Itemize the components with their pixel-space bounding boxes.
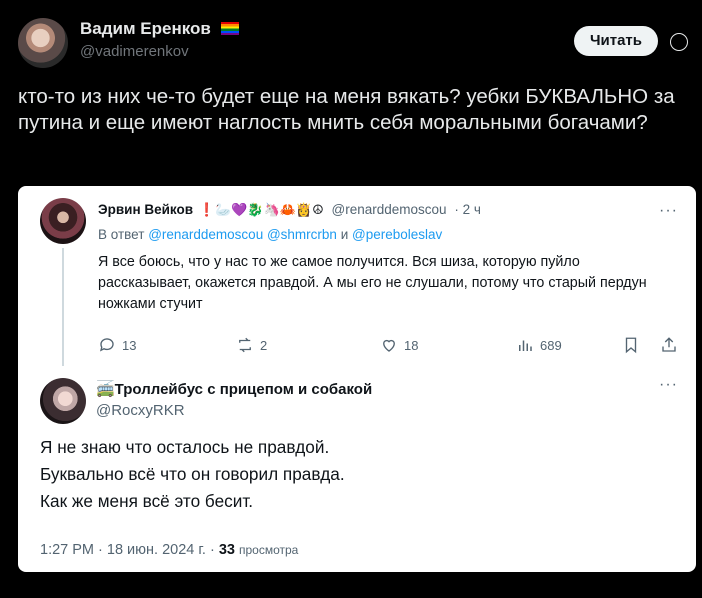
share-action: [660, 336, 678, 354]
name-emojis: ❗🦢💜🐉🦄🦀👸☮: [198, 202, 324, 217]
tweet-line: Я не знаю что осталось не правдой.: [40, 437, 330, 457]
more-options-icon: ···: [659, 376, 678, 393]
tweet-time: 1:27 PM: [40, 542, 94, 558]
avatar: [40, 198, 86, 244]
handle: @renarddemoscou: [331, 202, 447, 217]
views-label: просмотра: [238, 543, 299, 557]
like-action: 18: [380, 336, 418, 354]
reply-handles: @renarddemoscou @shmrcrbn: [148, 227, 337, 242]
reply-count: 13: [122, 337, 137, 353]
timestamp: · 2 ч: [454, 202, 481, 217]
tweet-line: Как же меня всё это бесит.: [40, 491, 254, 511]
tweet-date: 18 июн. 2024 г.: [106, 542, 206, 558]
more-options-icon: ···: [659, 202, 678, 219]
tweet-text: Я не знаю что осталось не правдой. Буква…: [40, 434, 660, 515]
pride-flag-icon: [220, 22, 239, 35]
heart-icon: [383, 339, 395, 352]
retweet-action: 2: [236, 336, 267, 354]
tweet-line: Буквально всё что он говорил правда.: [40, 464, 345, 484]
view-count: 33: [218, 542, 235, 558]
views-icon: [519, 340, 532, 351]
avatar: [40, 378, 86, 424]
tweet-header: Эрвин Вейков ❗🦢💜🐉🦄🦀👸☮ @renarddemoscou · …: [98, 202, 481, 218]
post-header: Вадим Еренков @vadimerenkov Читать: [18, 14, 688, 72]
reply-icon: [99, 338, 114, 352]
tweet-text: Я все боюсь, что у нас то же самое получ…: [98, 254, 647, 312]
reply-action: 13: [98, 336, 136, 354]
handle: @RocxyRKR: [96, 402, 185, 419]
display-name: Эрвин Вейков: [98, 202, 194, 217]
retweet-count: 2: [260, 337, 268, 353]
reply-handle-last: @pereboleslav: [352, 227, 443, 242]
handle[interactable]: @vadimerenkov: [80, 43, 239, 60]
view-count: 689: [540, 337, 562, 353]
reply-prefix: В ответ: [98, 227, 145, 242]
avatar[interactable]: [18, 18, 68, 68]
action-bar: 13 2 18 689: [98, 336, 678, 356]
author-block[interactable]: Вадим Еренков @vadimerenkov: [80, 19, 239, 60]
views-action: 689: [516, 336, 562, 354]
bookmark-action: [622, 336, 640, 354]
display-name: 🚎Троллейбус с прицепом и собакой: [96, 381, 373, 398]
attached-image[interactable]: Эрвин Вейков ❗🦢💜🐉🦄🦀👸☮ @renarddemoscou · …: [18, 186, 696, 572]
more-options-icon[interactable]: [670, 33, 688, 51]
reply-to: В ответ @renarddemoscou @shmrcrbn и @per…: [98, 227, 442, 242]
share-icon: [662, 337, 676, 352]
parent-tweet: Эрвин Вейков ❗🦢💜🐉🦄🦀👸☮ @renarddemoscou · …: [18, 186, 696, 366]
bookmark-icon: [625, 337, 637, 354]
thread-line: [62, 248, 64, 366]
like-count: 18: [404, 337, 419, 353]
tweet-meta: 1:27 PM · 18 июн. 2024 г. · 33 просмотра: [40, 542, 299, 558]
follow-button[interactable]: Читать: [573, 26, 658, 56]
post-text: кто-то из них че-то будет еще на меня вя…: [18, 85, 675, 134]
display-name[interactable]: Вадим Еренков: [80, 19, 211, 38]
retweet-icon: [239, 337, 251, 353]
reply-and: и: [340, 227, 349, 242]
